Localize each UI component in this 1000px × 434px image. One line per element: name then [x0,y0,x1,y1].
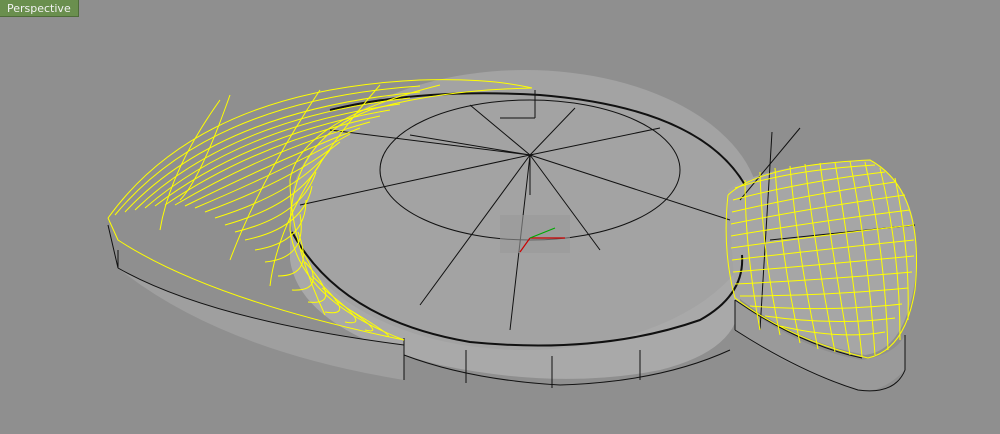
grid-plane [500,215,570,253]
disc-top [290,70,760,350]
viewport-title-tab[interactable]: Perspective [0,0,79,17]
world-axes [500,215,570,253]
perspective-viewport[interactable]: Perspective [0,0,1000,434]
viewport-canvas[interactable] [0,0,1000,434]
